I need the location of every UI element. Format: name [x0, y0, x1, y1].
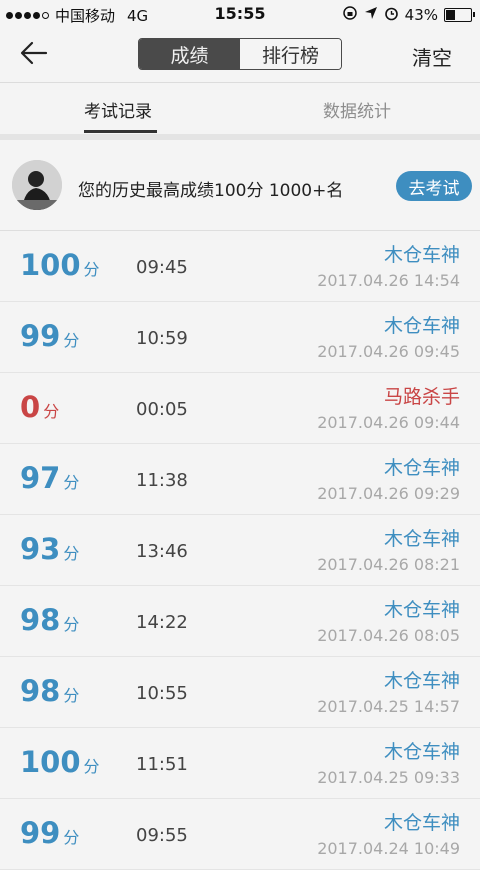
- score-value: 99: [20, 816, 61, 850]
- exam-date: 2017.04.24 10:49: [317, 839, 460, 858]
- status-bar: 中国移动 4G 15:55 43%: [0, 0, 480, 28]
- record-row[interactable]: 97 分 11:38 木仓车神 2017.04.26 09:29: [0, 444, 480, 515]
- record-row[interactable]: 99 分 09:55 木仓车神 2017.04.24 10:49: [0, 799, 480, 870]
- exam-date: 2017.04.26 08:05: [317, 626, 460, 645]
- score-unit: 分: [83, 260, 100, 279]
- score-unit: 分: [43, 402, 60, 421]
- score: 100 分: [20, 745, 100, 779]
- exam-date: 2017.04.25 09:33: [317, 768, 460, 787]
- record-row[interactable]: 0 分 00:05 马路杀手 2017.04.26 09:44: [0, 373, 480, 444]
- rank-title: 木仓车神: [383, 599, 460, 621]
- score-value: 93: [20, 532, 61, 566]
- score-unit: 分: [63, 544, 80, 563]
- score-value: 98: [20, 603, 61, 637]
- score: 99 分: [20, 816, 79, 850]
- best-score-text: 您的历史最高成绩100分 1000+名: [78, 181, 344, 201]
- rank-title: 木仓车神: [383, 670, 460, 692]
- segment-control: 成绩 排行榜: [138, 38, 342, 70]
- score-value: 100: [20, 745, 81, 779]
- score: 93 分: [20, 532, 79, 566]
- segment-ranking[interactable]: 排行榜: [240, 39, 341, 69]
- score: 0分: [20, 390, 59, 424]
- record-row[interactable]: 100 分 09:45 木仓车神 2017.04.26 14:54: [0, 231, 480, 302]
- rank-title: 木仓车神: [383, 244, 460, 266]
- score-value: 97: [20, 461, 61, 495]
- exam-duration: 10:59: [136, 328, 188, 349]
- rank-title: 木仓车神: [383, 741, 460, 763]
- exam-duration: 14:22: [136, 612, 188, 633]
- take-exam-button[interactable]: 去考试: [396, 171, 472, 201]
- rank-title: 马路杀手: [383, 386, 460, 408]
- score-value: 0: [20, 390, 41, 424]
- score-value: 99: [20, 319, 61, 353]
- score: 97 分: [20, 461, 79, 495]
- score-unit: 分: [63, 686, 80, 705]
- back-button[interactable]: [18, 38, 52, 68]
- score-unit: 分: [63, 331, 80, 350]
- score-unit: 分: [63, 473, 80, 492]
- battery-icon: [444, 8, 475, 22]
- rank-title: 木仓车神: [383, 812, 460, 834]
- score-unit: 分: [63, 615, 80, 634]
- score: 99 分: [20, 319, 79, 353]
- status-right: 43%: [342, 5, 475, 25]
- score: 98 分: [20, 674, 79, 708]
- alarm-icon: [384, 6, 399, 25]
- exam-date: 2017.04.25 14:57: [317, 697, 460, 716]
- tab-bar: 考试记录 数据统计: [0, 82, 480, 135]
- exam-date: 2017.04.26 09:45: [317, 342, 460, 361]
- score: 98 分: [20, 603, 79, 637]
- score-unit: 分: [63, 828, 80, 847]
- rank-title: 木仓车神: [383, 315, 460, 337]
- record-row[interactable]: 98 分 14:22 木仓车神 2017.04.26 08:05: [0, 586, 480, 657]
- rank-title: 木仓车神: [383, 528, 460, 550]
- best-score-card: 您的历史最高成绩100分 1000+名 去考试: [0, 140, 480, 231]
- exam-date: 2017.04.26 08:21: [317, 555, 460, 574]
- score-unit: 分: [83, 757, 100, 776]
- clear-button[interactable]: 清空: [412, 42, 452, 71]
- exam-date: 2017.04.26 09:29: [317, 484, 460, 503]
- exam-duration: 00:05: [136, 399, 188, 420]
- rank-title: 木仓车神: [383, 457, 460, 479]
- location-icon: [364, 6, 378, 24]
- tab-indicator: [84, 130, 157, 133]
- avatar[interactable]: [12, 160, 62, 210]
- exam-duration: 10:55: [136, 683, 188, 704]
- record-row[interactable]: 100 分 11:51 木仓车神 2017.04.25 09:33: [0, 728, 480, 799]
- exam-duration: 09:45: [136, 257, 188, 278]
- record-row[interactable]: 98 分 10:55 木仓车神 2017.04.25 14:57: [0, 657, 480, 728]
- segment-scores[interactable]: 成绩: [139, 39, 240, 69]
- record-row[interactable]: 93 分 13:46 木仓车神 2017.04.26 08:21: [0, 515, 480, 586]
- record-row[interactable]: 99 分 10:59 木仓车神 2017.04.26 09:45: [0, 302, 480, 373]
- tab-statistics[interactable]: 数据统计: [323, 97, 391, 122]
- nav-bar: 成绩 排行榜 清空: [0, 28, 480, 82]
- exam-duration: 13:46: [136, 541, 188, 562]
- exam-duration: 09:55: [136, 825, 188, 846]
- score-value: 100: [20, 248, 81, 282]
- records-list: 100 分 09:45 木仓车神 2017.04.26 14:54 99 分 10:59 木仓车…: [0, 231, 480, 870]
- rotation-lock-icon: [342, 5, 358, 25]
- score-value: 98: [20, 674, 61, 708]
- exam-duration: 11:38: [136, 470, 188, 491]
- tab-exam-records[interactable]: 考试记录: [84, 97, 152, 122]
- battery-percent: 43%: [404, 6, 438, 24]
- exam-date: 2017.04.26 14:54: [317, 271, 460, 290]
- score: 100 分: [20, 248, 100, 282]
- exam-date: 2017.04.26 09:44: [317, 413, 460, 432]
- back-arrow-icon: [20, 41, 48, 65]
- exam-duration: 11:51: [136, 754, 188, 775]
